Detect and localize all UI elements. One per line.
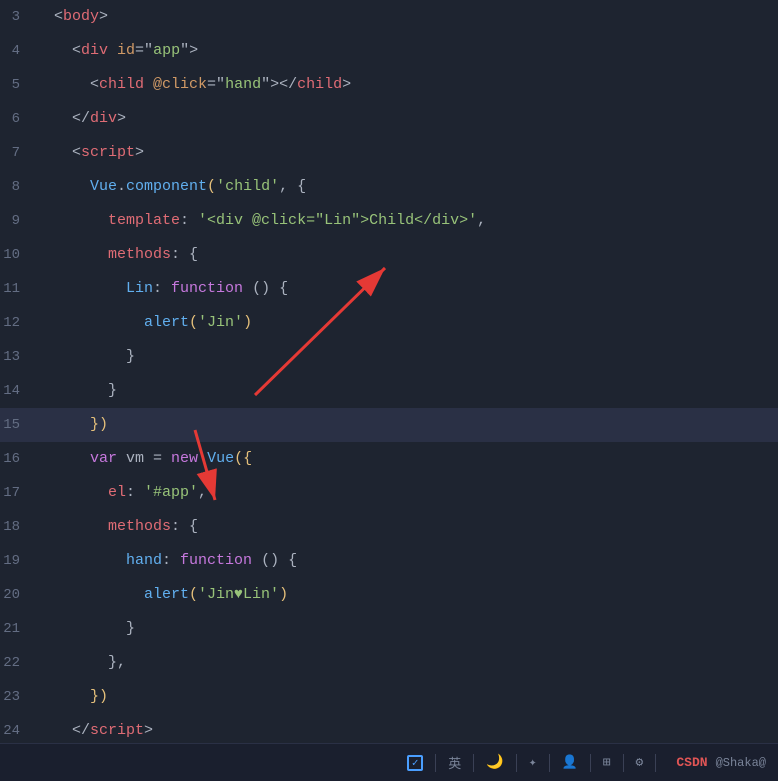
line-number: 22 bbox=[0, 646, 36, 680]
line-number: 9 bbox=[0, 204, 36, 238]
line-number: 3 bbox=[0, 0, 36, 34]
code-line: 9 template: '<div @click="Lin">Child</di… bbox=[0, 204, 778, 238]
line-content: } bbox=[36, 340, 768, 374]
line-number: 19 bbox=[0, 544, 36, 578]
code-line: 3 <body> bbox=[0, 0, 778, 34]
code-line: 16 var vm = new Vue({ bbox=[0, 442, 778, 476]
line-content: Lin: function () { bbox=[36, 272, 768, 306]
line-number: 8 bbox=[0, 170, 36, 204]
code-line: 6 </div> bbox=[0, 102, 778, 136]
line-content: }) bbox=[36, 680, 768, 714]
line-number: 18 bbox=[0, 510, 36, 544]
spark-icon[interactable]: ✦ bbox=[529, 755, 537, 770]
line-number: 7 bbox=[0, 136, 36, 170]
code-line: 8 Vue.component('child', { bbox=[0, 170, 778, 204]
author-label: @Shaka@ bbox=[716, 756, 766, 770]
line-content: el: '#app', bbox=[36, 476, 768, 510]
divider-2 bbox=[473, 754, 474, 772]
line-number: 5 bbox=[0, 68, 36, 102]
line-content: } bbox=[36, 612, 768, 646]
code-line: 13 } bbox=[0, 340, 778, 374]
line-content: }, bbox=[36, 646, 768, 680]
moon-icon[interactable]: 🌙 bbox=[486, 754, 503, 771]
line-number: 14 bbox=[0, 374, 36, 408]
code-line: 11 Lin: function () { bbox=[0, 272, 778, 306]
csdn-logo: CSDN bbox=[676, 755, 707, 770]
divider-6 bbox=[623, 754, 624, 772]
code-line: 21 } bbox=[0, 612, 778, 646]
line-content: methods: { bbox=[36, 510, 768, 544]
code-line: 23 }) bbox=[0, 680, 778, 714]
code-line: 15 }) bbox=[0, 408, 778, 442]
line-number: 16 bbox=[0, 442, 36, 476]
code-line: 18 methods: { bbox=[0, 510, 778, 544]
code-editor: 3 <body>4 <div id="app">5 <child @click=… bbox=[0, 0, 778, 748]
line-number: 10 bbox=[0, 238, 36, 272]
code-line: 7 <script> bbox=[0, 136, 778, 170]
code-line: 22 }, bbox=[0, 646, 778, 680]
line-content: } bbox=[36, 374, 768, 408]
divider-3 bbox=[516, 754, 517, 772]
line-number: 23 bbox=[0, 680, 36, 714]
line-content: methods: { bbox=[36, 238, 768, 272]
code-line: 12 alert('Jin') bbox=[0, 306, 778, 340]
line-number: 13 bbox=[0, 340, 36, 374]
divider-1 bbox=[435, 754, 436, 772]
grid-icon[interactable]: ⊞ bbox=[603, 755, 611, 770]
bottom-toolbar: 英 🌙 ✦ 👤 ⊞ ⚙ CSDN @Shaka@ bbox=[0, 743, 778, 781]
language-toggle[interactable]: 英 bbox=[448, 753, 461, 772]
line-number: 20 bbox=[0, 578, 36, 612]
line-content: }) bbox=[36, 408, 768, 442]
code-line: 4 <div id="app"> bbox=[0, 34, 778, 68]
line-content: Vue.component('child', { bbox=[36, 170, 768, 204]
user-icon[interactable]: 👤 bbox=[562, 755, 578, 770]
line-content: alert('Jin') bbox=[36, 306, 768, 340]
checkbox-icon[interactable] bbox=[407, 755, 423, 771]
code-line: 19 hand: function () { bbox=[0, 544, 778, 578]
line-content: <script> bbox=[36, 136, 768, 170]
divider-7 bbox=[655, 754, 656, 772]
line-number: 6 bbox=[0, 102, 36, 136]
line-content: </div> bbox=[36, 102, 768, 136]
line-content: <div id="app"> bbox=[36, 34, 768, 68]
line-content: alert('Jin♥Lin') bbox=[36, 578, 768, 612]
code-line: 10 methods: { bbox=[0, 238, 778, 272]
divider-4 bbox=[549, 754, 550, 772]
line-number: 4 bbox=[0, 34, 36, 68]
line-number: 12 bbox=[0, 306, 36, 340]
line-number: 21 bbox=[0, 612, 36, 646]
code-line: 20 alert('Jin♥Lin') bbox=[0, 578, 778, 612]
divider-5 bbox=[590, 754, 591, 772]
line-content: template: '<div @click="Lin">Child</div>… bbox=[36, 204, 768, 238]
line-number: 11 bbox=[0, 272, 36, 306]
line-content: hand: function () { bbox=[36, 544, 768, 578]
line-content: var vm = new Vue({ bbox=[36, 442, 768, 476]
settings-icon[interactable]: ⚙ bbox=[636, 755, 644, 770]
code-line: 5 <child @click="hand"></child> bbox=[0, 68, 778, 102]
line-content: <body> bbox=[36, 0, 768, 34]
toolbar-right: 英 🌙 ✦ 👤 ⊞ ⚙ CSDN @Shaka@ bbox=[407, 753, 766, 772]
line-content: <child @click="hand"></child> bbox=[36, 68, 768, 102]
line-number: 15 bbox=[0, 408, 36, 442]
code-line: 17 el: '#app', bbox=[0, 476, 778, 510]
code-line: 14 } bbox=[0, 374, 778, 408]
line-number: 17 bbox=[0, 476, 36, 510]
